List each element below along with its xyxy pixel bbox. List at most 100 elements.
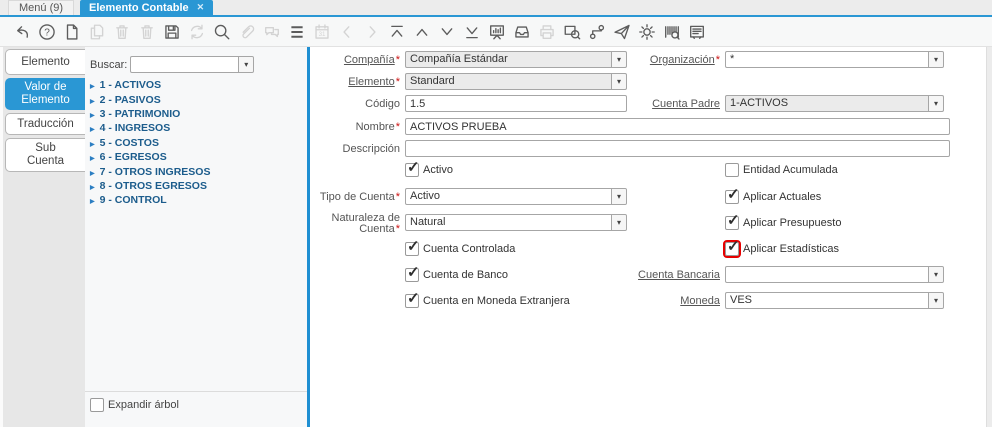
compania-label[interactable]: Compañía* xyxy=(315,52,400,69)
chevron-down-icon[interactable] xyxy=(611,189,626,204)
codigo-input[interactable] xyxy=(405,95,627,112)
first-record-icon[interactable] xyxy=(388,23,406,41)
checkbox-box[interactable] xyxy=(725,189,739,204)
expand-triangle-icon[interactable] xyxy=(90,108,95,120)
naturaleza-de-cuenta-combobox[interactable]: Natural xyxy=(405,214,627,231)
tree-item-label: 6 - EGRESOS xyxy=(99,151,167,164)
expandir-arbol-checkbox[interactable]: Expandir árbol xyxy=(90,397,179,412)
tree-item[interactable]: 6 - EGRESOS xyxy=(90,150,210,164)
previous-record-icon[interactable] xyxy=(413,23,431,41)
report-icon[interactable] xyxy=(488,23,506,41)
chevron-down-icon[interactable] xyxy=(611,215,626,230)
help-icon[interactable]: ? xyxy=(38,23,56,41)
save-icon[interactable] xyxy=(163,23,181,41)
cuenta-controlada-checkbox[interactable]: Cuenta Controlada xyxy=(405,241,515,256)
aplicar-estadisticas-checkbox[interactable]: Aplicar Estadísticas xyxy=(723,239,839,258)
next-record-icon[interactable] xyxy=(438,23,456,41)
window-log-icon[interactable] xyxy=(688,23,706,41)
checkbox-box[interactable] xyxy=(405,241,419,256)
tree-item-label: 7 - OTROS INGRESOS xyxy=(99,165,211,178)
find-icon[interactable] xyxy=(213,23,231,41)
chevron-down-icon[interactable] xyxy=(928,52,943,67)
checkbox-label: Expandir árbol xyxy=(108,398,179,411)
tree-item[interactable]: 5 - COSTOS xyxy=(90,136,210,150)
entidad-acumulada-checkbox[interactable]: Entidad Acumulada xyxy=(725,162,838,177)
aplicar-presupuesto-checkbox[interactable]: Aplicar Presupuesto xyxy=(725,215,841,230)
new-record-icon[interactable] xyxy=(63,23,81,41)
checkbox-box[interactable] xyxy=(725,162,739,177)
nombre-input[interactable] xyxy=(405,118,950,135)
checkbox-box[interactable] xyxy=(723,239,741,258)
tree-item[interactable]: 7 - OTROS INGRESOS xyxy=(90,164,211,178)
menu-tab[interactable]: Menú (9) xyxy=(8,0,75,15)
checkbox-box[interactable] xyxy=(725,215,739,230)
checkbox-box[interactable] xyxy=(405,162,419,177)
elemento-combobox[interactable]: Standard xyxy=(405,73,627,90)
send-request-icon[interactable] xyxy=(613,23,631,41)
search-combobox[interactable] xyxy=(130,56,255,73)
expand-triangle-icon[interactable] xyxy=(90,151,95,163)
chevron-down-icon[interactable] xyxy=(611,74,626,89)
expand-triangle-icon[interactable] xyxy=(90,137,95,149)
tipo-de-cuenta-combobox[interactable]: Activo xyxy=(405,188,627,205)
expand-triangle-icon[interactable] xyxy=(90,79,95,91)
undo-icon[interactable] xyxy=(13,23,31,41)
close-icon[interactable]: ✕ xyxy=(197,2,205,13)
aplicar-actuales-checkbox[interactable]: Aplicar Actuales xyxy=(725,189,821,204)
archive-icon[interactable] xyxy=(513,23,531,41)
cuenta-padre-combobox[interactable]: 1-ACTIVOS xyxy=(725,95,944,112)
cuenta-bancaria-combobox[interactable] xyxy=(725,266,944,283)
moneda-combobox[interactable]: VES xyxy=(725,292,944,309)
check-icon xyxy=(727,185,740,204)
checkbox-box[interactable] xyxy=(405,293,419,308)
tree-item-label: 3 - PATRIMONIO xyxy=(99,107,181,120)
window-tab-label: Elemento Contable xyxy=(89,1,189,14)
expand-triangle-icon[interactable] xyxy=(90,180,95,192)
expand-triangle-icon[interactable] xyxy=(90,194,95,206)
tree-item[interactable]: 9 - CONTROL xyxy=(90,193,210,207)
checkbox-box[interactable] xyxy=(90,397,104,412)
cuenta-en-moneda-extranjera-checkbox[interactable]: Cuenta en Moneda Extranjera xyxy=(405,293,570,308)
chat-icon xyxy=(263,23,281,41)
cuenta-bancaria-label[interactable]: Cuenta Bancaria xyxy=(624,267,720,284)
organizacion-label[interactable]: Organización* xyxy=(624,52,720,69)
tree-item[interactable]: 8 - OTROS EGRESOS xyxy=(90,179,210,193)
expand-triangle-icon[interactable] xyxy=(90,122,95,134)
activo-checkbox[interactable]: Activo xyxy=(405,162,453,177)
vertical-scrollbar[interactable] xyxy=(986,47,992,427)
tree-item[interactable]: 3 - PATRIMONIO xyxy=(90,107,210,121)
tree-item[interactable]: 1 - ACTIVOS xyxy=(90,78,210,92)
chevron-down-icon[interactable] xyxy=(928,96,943,111)
chevron-down-icon[interactable] xyxy=(928,267,943,282)
tree-item[interactable]: 4 - INGRESOS xyxy=(90,121,210,135)
expand-triangle-icon[interactable] xyxy=(90,166,95,178)
barcode-scan-icon[interactable] xyxy=(663,23,681,41)
descripcion-input[interactable] xyxy=(405,140,950,157)
compania-combobox[interactable]: Compañía Estándar xyxy=(405,51,627,68)
chevron-down-icon[interactable] xyxy=(238,57,254,72)
check-icon xyxy=(727,237,740,256)
cuenta-de-banco-checkbox[interactable]: Cuenta de Banco xyxy=(405,267,508,282)
tab-traduccion[interactable]: Traducción xyxy=(5,113,85,135)
moneda-label[interactable]: Moneda xyxy=(624,293,720,310)
checkbox-box[interactable] xyxy=(405,267,419,282)
tree-item-label: 1 - ACTIVOS xyxy=(99,79,162,92)
tab-sub-cuenta[interactable]: Sub Cuenta xyxy=(5,138,85,172)
tree-item[interactable]: 2 - PASIVOS xyxy=(90,92,210,106)
check-icon xyxy=(727,211,740,230)
organizacion-combobox[interactable]: * xyxy=(725,51,944,68)
elemento-contable-tab[interactable]: Elemento Contable ✕ xyxy=(80,0,214,15)
tab-valor-de-elemento[interactable]: Valor de Elemento xyxy=(5,78,85,110)
expand-triangle-icon[interactable] xyxy=(90,94,95,106)
last-record-icon[interactable] xyxy=(463,23,481,41)
elemento-label[interactable]: Elemento* xyxy=(315,74,400,91)
chevron-down-icon[interactable] xyxy=(928,293,943,308)
tab-elemento[interactable]: Elemento xyxy=(5,49,85,75)
cuenta-padre-label[interactable]: Cuenta Padre xyxy=(624,96,720,113)
zoom-across-icon[interactable] xyxy=(563,23,581,41)
workflow-icon[interactable] xyxy=(588,23,606,41)
parent-record-icon xyxy=(338,23,356,41)
preferences-icon[interactable] xyxy=(638,23,656,41)
tree-separator xyxy=(85,391,307,392)
menu-lines-icon[interactable] xyxy=(288,23,306,41)
